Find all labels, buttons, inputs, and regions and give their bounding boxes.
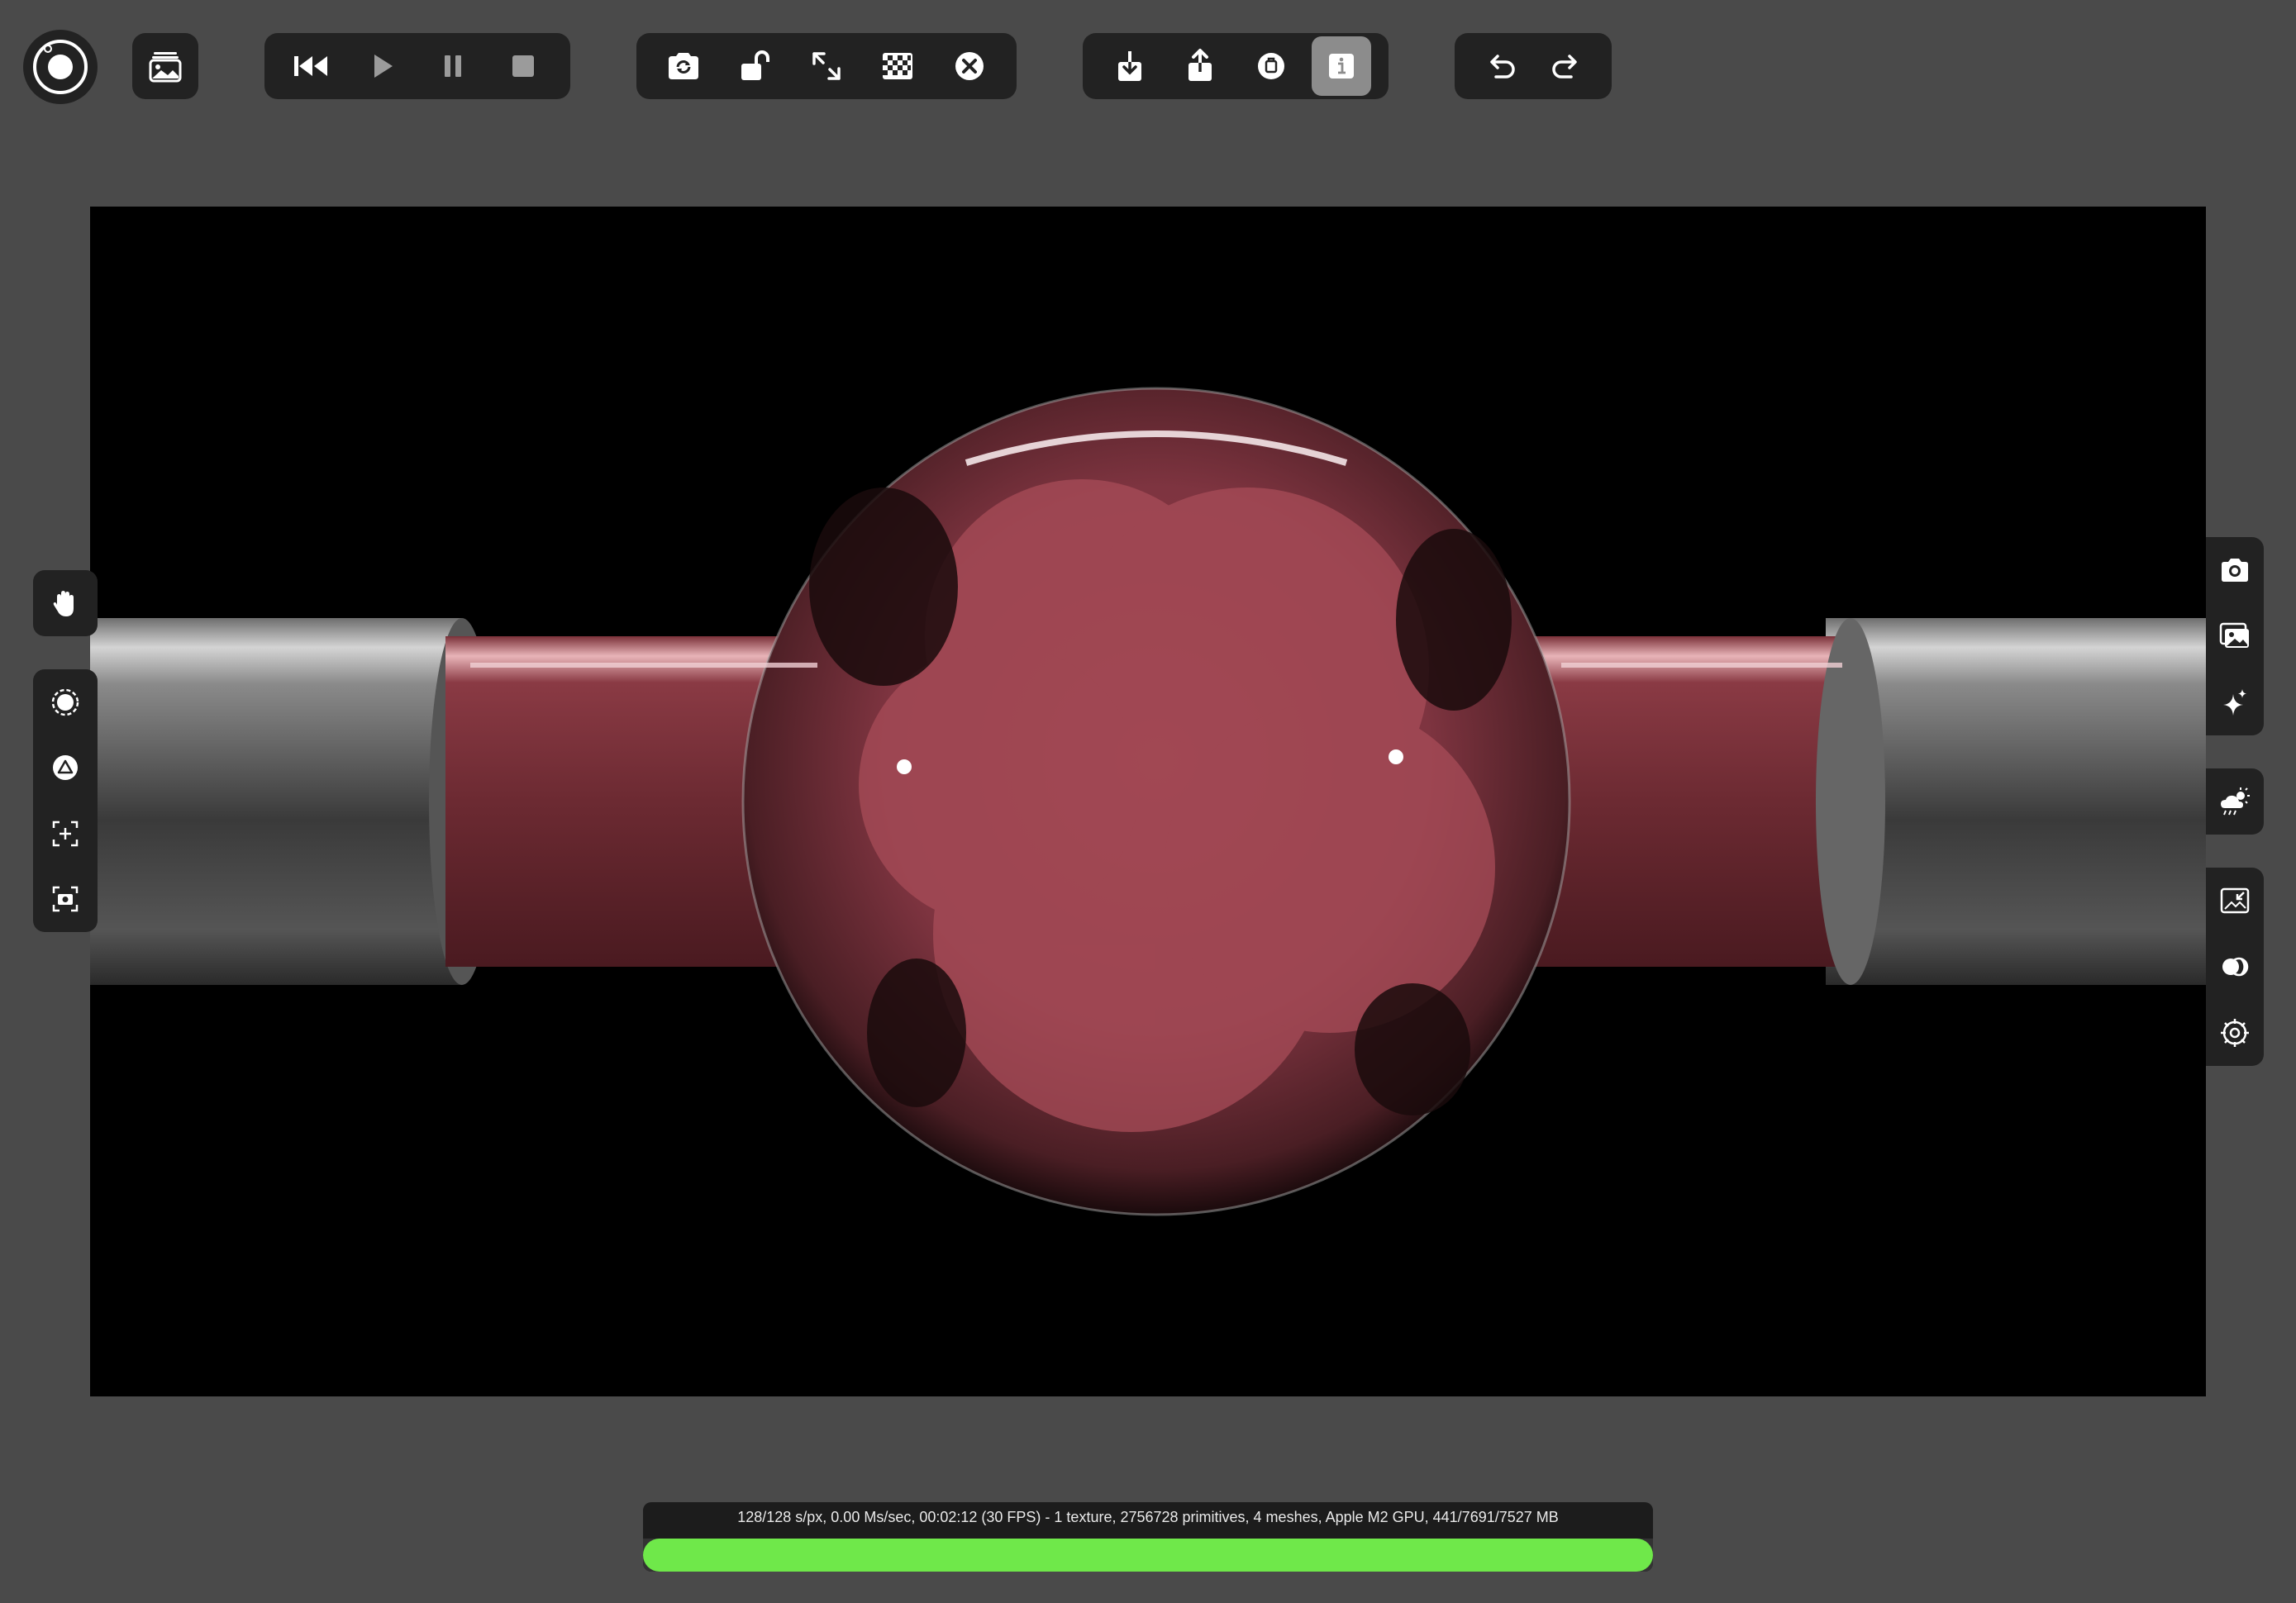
camera-button[interactable]: [2208, 544, 2261, 597]
file-toolbar: [1083, 33, 1389, 99]
render-progress-fill: [643, 1539, 1653, 1572]
playback-toolbar: [264, 33, 570, 99]
settings-icon: [2221, 1019, 2249, 1047]
pause-icon: [444, 55, 461, 77]
image-icon: [2219, 622, 2249, 648]
hand-icon: [53, 591, 74, 616]
unlock-icon: [741, 50, 769, 80]
focus-plus-icon: [52, 821, 79, 846]
play-button[interactable]: [352, 36, 412, 96]
triangle-icon: [53, 755, 78, 781]
expand-button[interactable]: [797, 36, 856, 96]
toggle-icon: [2222, 957, 2249, 977]
download-icon: [1117, 51, 1141, 81]
gallery-toolbar: [132, 33, 198, 99]
app-logo[interactable]: [23, 30, 98, 104]
gallery-button[interactable]: [136, 36, 195, 96]
undo-icon: [1489, 55, 1515, 78]
render-status-bar: 128/128 s/px, 0.00 Ms/sec, 00:02:12 (30 …: [643, 1502, 1653, 1572]
fit-view-icon: [2220, 887, 2250, 914]
environment-tool-panel: [2206, 768, 2264, 835]
unlock-button[interactable]: [726, 36, 785, 96]
stop-icon: [512, 55, 535, 77]
history-toolbar: [1455, 33, 1612, 99]
checkerboard-icon: [883, 53, 913, 79]
download-button[interactable]: [1100, 36, 1160, 96]
compare-toggle-button[interactable]: [2208, 940, 2261, 993]
pan-tool-button[interactable]: [39, 577, 92, 630]
camera-refresh-button[interactable]: [654, 36, 713, 96]
focus-plus-button[interactable]: [39, 807, 92, 860]
skip-to-start-icon: [293, 56, 327, 76]
close-circle-icon: [955, 52, 984, 80]
play-icon: [374, 55, 393, 78]
effects-button[interactable]: [2208, 676, 2261, 729]
image-button[interactable]: [2208, 610, 2261, 663]
sparkle-icon: [2223, 689, 2246, 716]
aperture-logo-icon: [33, 40, 88, 94]
settings-button[interactable]: [2208, 1006, 2261, 1059]
share-icon: [1188, 49, 1212, 81]
close-render-button[interactable]: [940, 36, 999, 96]
camera-refresh-icon: [669, 53, 699, 79]
render-progress-bar: [643, 1539, 1653, 1572]
pan-tool-panel: [33, 570, 98, 636]
sphere-select-icon: [51, 688, 79, 716]
undo-button[interactable]: [1470, 36, 1530, 96]
mesh-tool-button[interactable]: [39, 741, 92, 794]
capture-tool-panel: [2206, 537, 2264, 735]
focus-camera-icon: [52, 887, 79, 912]
weather-button[interactable]: [2208, 775, 2261, 828]
render-stats-text: 128/128 s/px, 0.00 Ms/sec, 00:02:12 (30 …: [737, 1509, 1559, 1525]
transparency-button[interactable]: [868, 36, 927, 96]
weather-icon: [2221, 787, 2250, 816]
scene-tool-panel: [33, 669, 98, 932]
info-icon: [1329, 54, 1355, 78]
info-button[interactable]: [1312, 36, 1372, 96]
skip-to-start-button[interactable]: [282, 36, 341, 96]
camera-icon: [2222, 559, 2248, 582]
image-stack-icon: [149, 52, 182, 83]
pause-button[interactable]: [423, 36, 483, 96]
focus-camera-button[interactable]: [39, 873, 92, 925]
expand-icon: [812, 52, 841, 80]
render-toolbar: [636, 33, 1017, 99]
badge-icon: [1257, 53, 1284, 79]
stop-button[interactable]: [493, 36, 553, 96]
redo-button[interactable]: [1537, 36, 1597, 96]
share-button[interactable]: [1170, 36, 1230, 96]
fit-view-button[interactable]: [2208, 874, 2261, 927]
redo-icon: [1551, 55, 1577, 78]
render-viewport[interactable]: [90, 207, 2206, 1396]
render-image: [90, 207, 2206, 1396]
view-tool-panel: [2206, 868, 2264, 1066]
badge-button[interactable]: [1241, 36, 1301, 96]
sphere-select-button[interactable]: [39, 676, 92, 729]
